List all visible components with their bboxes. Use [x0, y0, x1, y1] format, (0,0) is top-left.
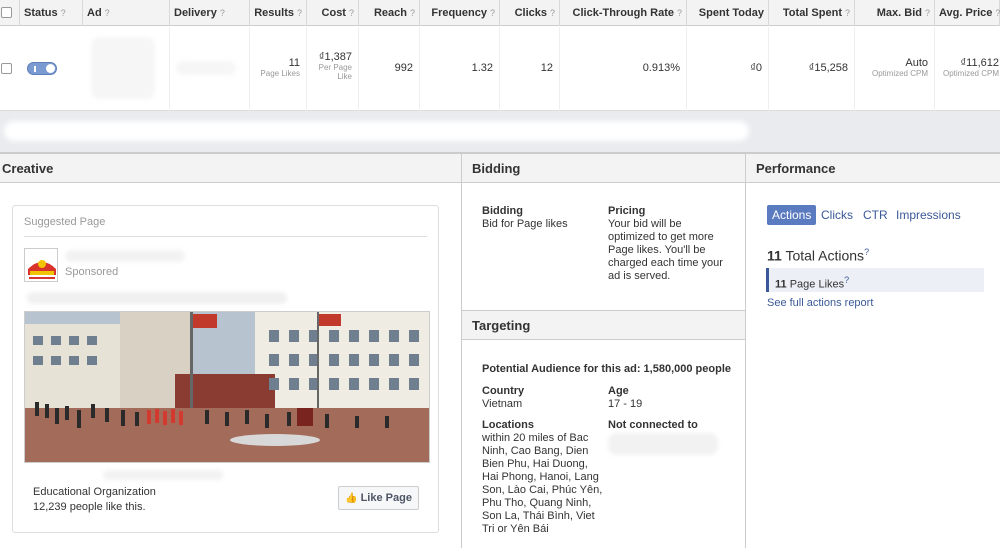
bidding-label: Bidding [482, 205, 523, 217]
col-frequency[interactable]: Frequency? [420, 0, 500, 26]
ctr-value: 0.913% [642, 62, 680, 74]
col-avg-price[interactable]: Avg. Price? [935, 0, 1000, 26]
col-total-spent[interactable]: Total Spent? [769, 0, 855, 26]
page-likes-row[interactable]: 11 Page Likes? [766, 268, 984, 292]
locations-label: Locations [482, 419, 534, 431]
total-spent-value: ₫15,258 [808, 62, 848, 74]
col-delivery[interactable]: Delivery? [170, 0, 250, 26]
col-ctr[interactable]: Click-Through Rate? [560, 0, 687, 26]
ctr-cell: 0.913% [560, 27, 687, 111]
tab-ctr[interactable]: CTR [858, 205, 893, 225]
avg-price-value: ₫11,612 [960, 57, 999, 69]
tab-impressions[interactable]: Impressions [891, 205, 966, 225]
help-icon[interactable]: ? [844, 275, 849, 285]
redacted-page-title [103, 470, 223, 480]
ad-name-cell[interactable] [83, 27, 170, 111]
tab-actions[interactable]: Actions [767, 205, 817, 225]
max-bid-cell: Auto Optimized CPM [855, 27, 935, 111]
results-sub: Page Likes [260, 69, 300, 78]
redacted-not-connected [608, 433, 718, 455]
avg-price-sub: Optimized CPM [942, 69, 999, 78]
results-cell: 11 Page Likes [250, 27, 307, 111]
select-all-checkbox[interactable] [0, 0, 20, 26]
targeting-title: Targeting [462, 310, 745, 340]
redacted-ad-strip [0, 111, 1000, 153]
audience-text: Potential Audience for this ad: 1,580,00… [482, 363, 731, 375]
like-page-label: Like Page [360, 492, 412, 504]
tab-clicks[interactable]: Clicks [816, 205, 858, 225]
pricing-text: Your bid will be optimized to get more P… [608, 218, 723, 282]
pricing-label: Pricing [608, 205, 646, 217]
creative-panel: Creative Suggested Page Sponsored Educat… [0, 153, 462, 548]
col-max-bid[interactable]: Max. Bid? [855, 0, 935, 26]
spent-today-cell: ₫0 [687, 27, 769, 111]
bidding-targeting-panel: Bidding Bidding Bid for Page likes Prici… [462, 153, 746, 548]
max-bid-sub: Optimized CPM [871, 69, 928, 78]
country-label: Country [482, 385, 525, 397]
thumbs-up-icon: 👍 [345, 493, 358, 504]
ad-image[interactable] [24, 311, 430, 463]
col-results[interactable]: Results? [250, 0, 307, 26]
col-reach[interactable]: Reach? [359, 0, 420, 26]
max-bid-value: Auto [905, 57, 928, 69]
avg-price-cell: ₫11,612 Optimized CPM [935, 27, 1000, 111]
bidding-title: Bidding [462, 153, 745, 183]
cost-cell: ₫1,387 Per Page Like [307, 27, 359, 111]
clicks-value: 12 [540, 62, 553, 74]
reach-cell: 992 [359, 27, 420, 111]
page-category: Educational Organization [33, 486, 156, 498]
frequency-value: 1.32 [471, 62, 493, 74]
reach-value: 992 [394, 62, 413, 74]
clicks-cell: 12 [500, 27, 560, 111]
table-row: 11 Page Likes ₫1,387 Per Page Like 992 1.32… [0, 27, 1000, 111]
not-connected-label: Not connected to [608, 419, 698, 431]
redacted-page-name [65, 250, 185, 262]
redacted-text [4, 121, 749, 141]
full-report-link[interactable]: See full actions report [767, 297, 873, 309]
divider [24, 236, 427, 237]
creative-title: Creative [0, 153, 461, 183]
delivery-cell [170, 27, 250, 111]
bidding-value: Bid for Page likes [482, 218, 568, 230]
page-likes-count: 12,239 people like this. [33, 501, 146, 513]
results-value: 11 [288, 57, 300, 69]
col-clicks[interactable]: Clicks? [500, 0, 560, 26]
col-cost[interactable]: Cost? [307, 0, 359, 26]
frequency-cell: 1.32 [420, 27, 500, 111]
status-toggle[interactable] [27, 62, 57, 75]
performance-panel: Performance Actions Clicks CTR Impressio… [746, 153, 1000, 548]
col-spent-today[interactable]: Spent Today [687, 0, 769, 26]
cost-sub-2: Like [337, 72, 352, 81]
total-actions: 11 Total Actions? [767, 247, 870, 264]
cost-value: ₫1,387 [318, 51, 352, 63]
cost-sub-1: Per Page [318, 63, 352, 72]
spent-today-value: ₫0 [750, 62, 762, 74]
country-value: Vietnam [482, 398, 523, 410]
row-checkbox[interactable] [1, 63, 12, 74]
suggested-page-label: Suggested Page [24, 216, 106, 228]
total-spent-cell: ₫15,258 [769, 27, 855, 111]
age-label: Age [608, 385, 629, 397]
age-value: 17 - 19 [608, 398, 643, 410]
sponsored-label: Sponsored [65, 266, 119, 278]
locations-value: within 20 miles of Bac Ninh, Cao Bang, D… [482, 432, 603, 535]
performance-title: Performance [746, 153, 1000, 183]
col-ad[interactable]: Ad? [83, 0, 170, 26]
help-icon[interactable]: ? [864, 247, 869, 257]
table-header: Status? Ad? Delivery? Results? Cost? Rea… [0, 0, 1000, 26]
page-logo[interactable] [24, 248, 58, 282]
redacted-post-text [27, 292, 287, 304]
ad-preview-card: Suggested Page Sponsored Educational Org… [12, 205, 439, 533]
col-status[interactable]: Status? [20, 0, 83, 26]
like-page-button[interactable]: 👍 Like Page [338, 486, 419, 510]
